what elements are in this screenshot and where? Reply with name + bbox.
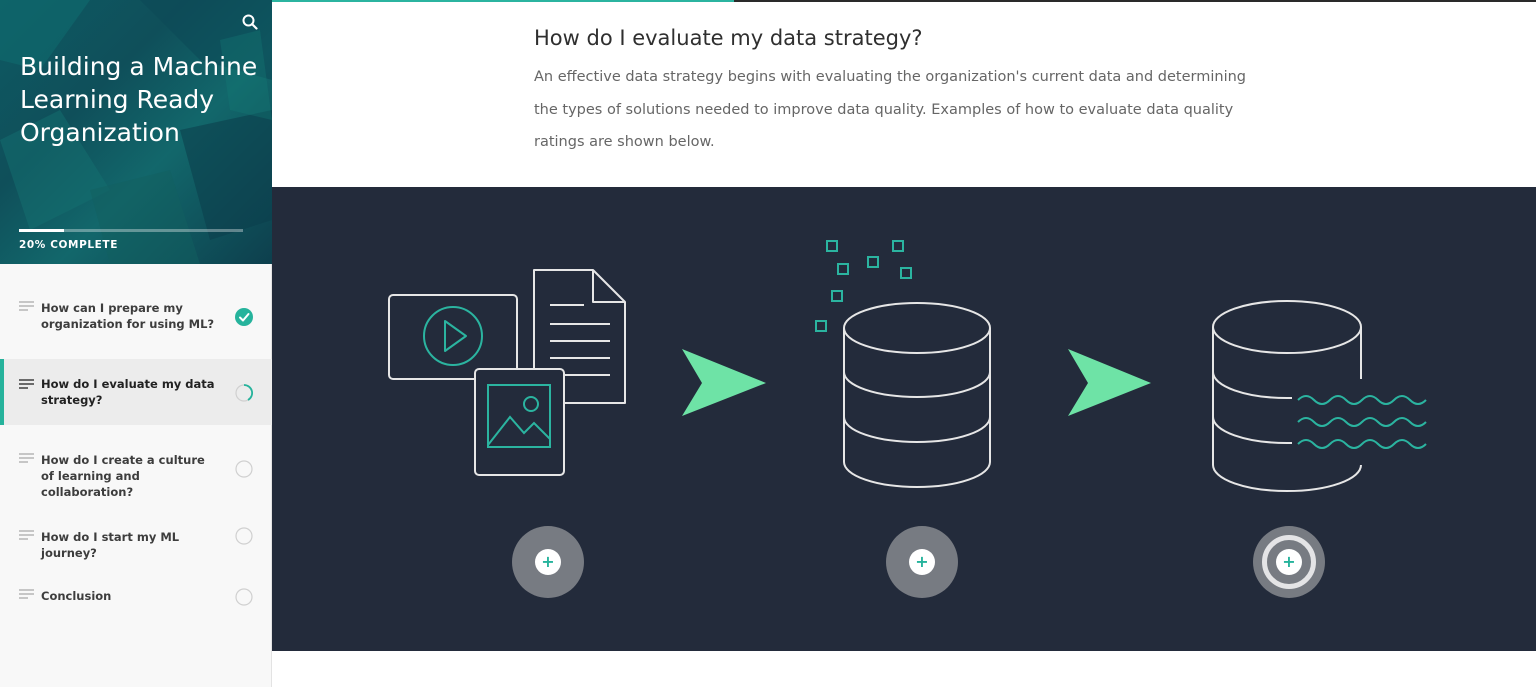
media-files-icon (388, 269, 626, 476)
empty-circle-icon (235, 527, 253, 545)
lesson-list-icon (19, 589, 34, 599)
nav-item-label: How can I prepare my organization for us… (41, 301, 215, 331)
plus-icon: + (535, 549, 561, 575)
nav-item-label: Conclusion (41, 589, 112, 603)
arrow-right-icon (1068, 349, 1151, 416)
lesson-list-icon (19, 379, 34, 389)
empty-circle-icon (235, 588, 253, 606)
plus-icon: + (1276, 549, 1302, 575)
check-circle-icon (235, 308, 253, 326)
search-button[interactable] (238, 10, 262, 34)
nav-item-culture-of-learning[interactable]: How do I create a culture of learning an… (0, 425, 272, 513)
nav-item-label: How do I create a culture of learning an… (41, 453, 205, 499)
lesson-list-icon (19, 530, 34, 540)
course-title: Building a Machine Learning Ready Organi… (20, 52, 258, 147)
nav-item-label: How do I start my ML journey? (41, 530, 180, 560)
course-progress-fill (19, 229, 64, 232)
data-strategy-illustration: + + + (272, 187, 1536, 651)
course-progress-bar (19, 229, 243, 232)
hotspot-button-media[interactable]: + (512, 526, 584, 598)
data-squares (815, 240, 912, 332)
hotspot-button-database[interactable]: + (886, 526, 958, 598)
plus-icon: + (909, 549, 935, 575)
data-waves (1297, 395, 1427, 449)
arrow-right-icon (682, 349, 766, 416)
sidebar: Building a Machine Learning Ready Organi… (0, 0, 272, 687)
lesson-list-icon (19, 301, 34, 311)
nav-item-label: How do I evaluate my data strategy? (41, 377, 215, 407)
search-icon (242, 14, 258, 30)
course-header: Building a Machine Learning Ready Organi… (0, 0, 272, 264)
lesson-progress-fill (272, 0, 734, 2)
nav-item-evaluate-data-strategy[interactable]: How do I evaluate my data strategy? (0, 359, 272, 425)
play-icon (423, 306, 483, 366)
lesson-title: How do I evaluate my data strategy? (534, 26, 923, 50)
partial-circle-icon (235, 384, 253, 402)
nav-item-prepare-organization[interactable]: How can I prepare my organization for us… (0, 264, 272, 359)
empty-circle-icon (235, 460, 253, 478)
lesson-body-text: An effective data strategy begins with e… (534, 69, 1246, 150)
nav-item-start-ml-journey[interactable]: How do I start my ML journey? (0, 513, 272, 569)
hotspot-button-data-quality[interactable]: + (1253, 526, 1325, 598)
database-icon (843, 302, 991, 488)
course-progress-label: 20% COMPLETE (19, 239, 118, 251)
lesson-list-icon (19, 453, 34, 463)
nav-item-conclusion[interactable]: Conclusion (0, 569, 272, 629)
